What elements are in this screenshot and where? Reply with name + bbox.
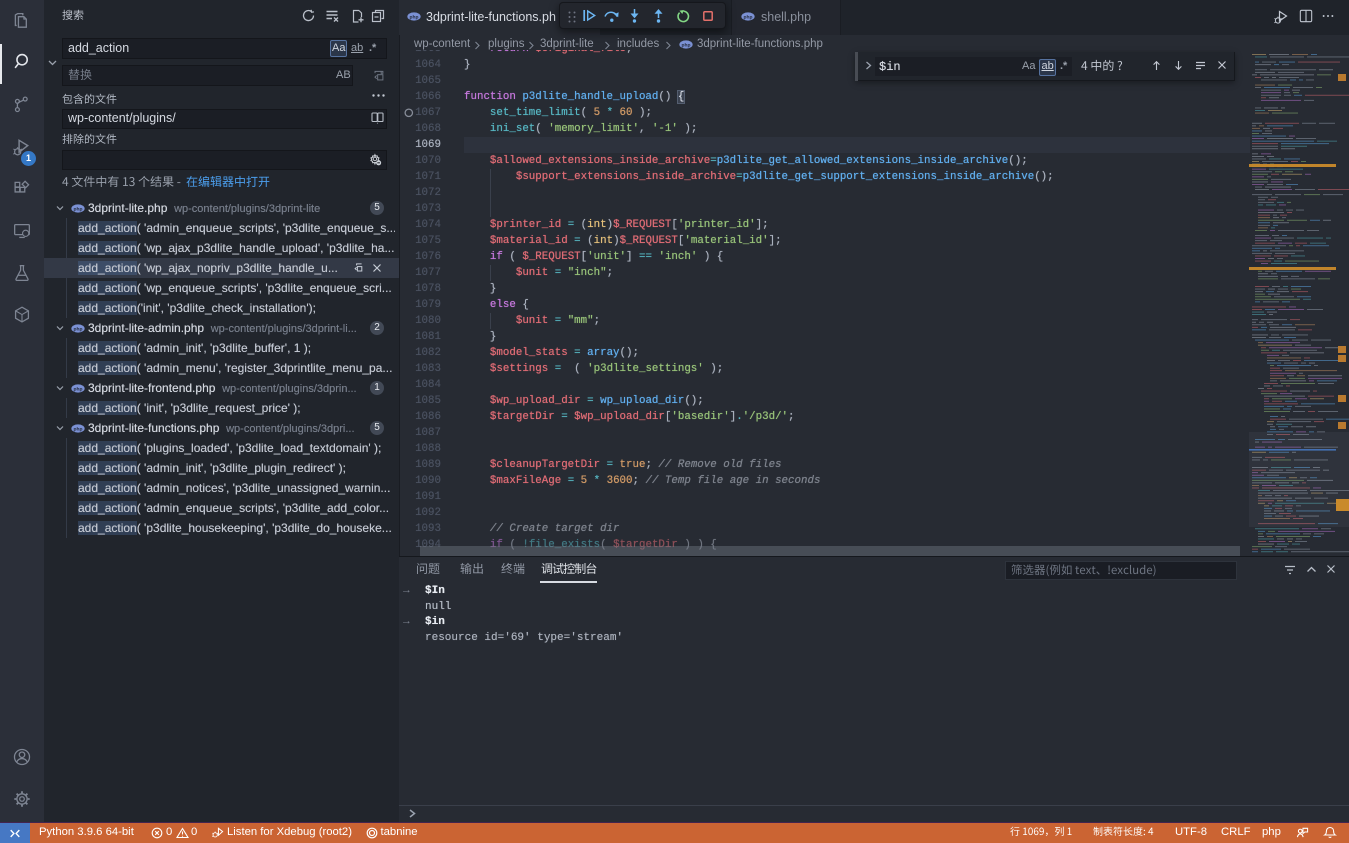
svg-text:php: php [74,206,83,212]
svg-text:php: php [410,14,419,20]
svg-text:php: php [74,326,83,332]
svg-text:php: php [682,42,691,48]
svg-text:php: php [74,426,83,432]
svg-text:php: php [74,386,83,392]
svg-text:php: php [744,14,753,20]
